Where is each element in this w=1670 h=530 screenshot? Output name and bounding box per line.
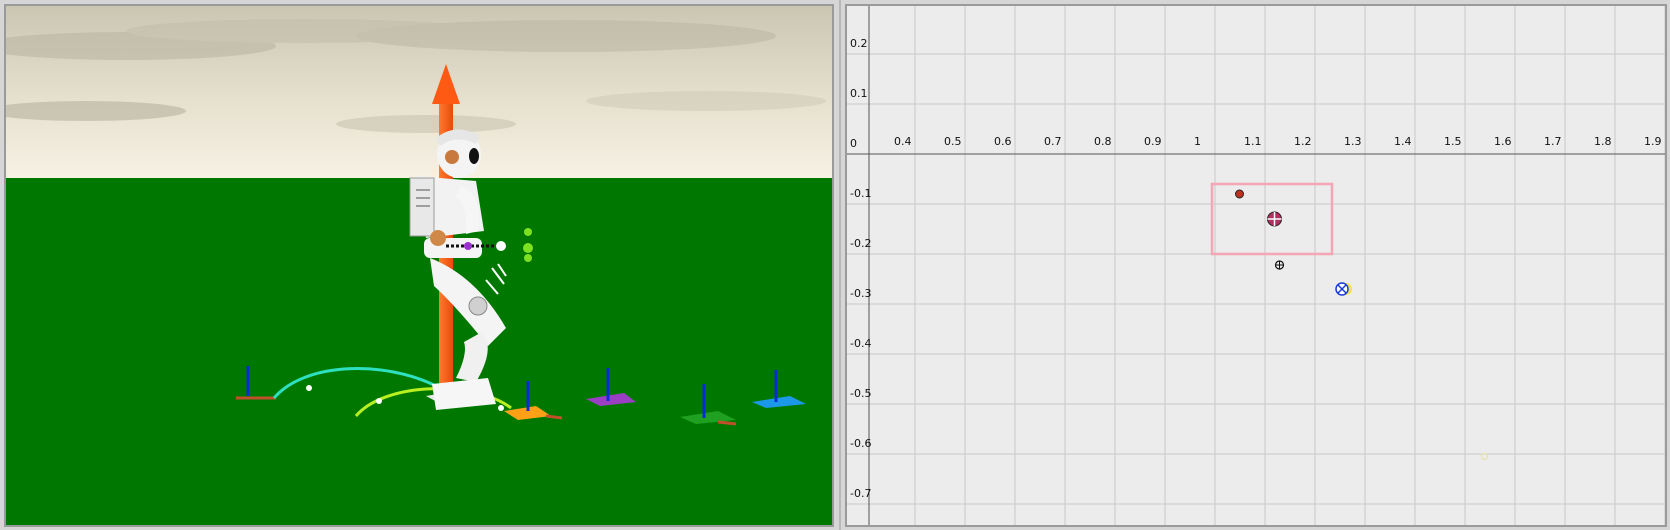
robot-backpack bbox=[409, 177, 435, 237]
x-tick-label: 1.5 bbox=[1444, 135, 1462, 148]
simulation-scene[interactable] bbox=[6, 6, 832, 525]
x-tick-label: 0.7 bbox=[1044, 135, 1062, 148]
x-tick-label: 1.8 bbox=[1594, 135, 1612, 148]
y-tick-label: 0.1 bbox=[850, 87, 868, 100]
plot-grid bbox=[847, 6, 1665, 525]
x-tick-label: 0.8 bbox=[1094, 135, 1112, 148]
y-tick-label: 0.2 bbox=[850, 37, 868, 50]
y-tick-label: -0.3 bbox=[850, 287, 871, 300]
icp-marker bbox=[1235, 189, 1244, 199]
y-tick-label: -0.4 bbox=[850, 337, 871, 350]
x-tick-label: 0.5 bbox=[944, 135, 962, 148]
y-tick-label: -0.1 bbox=[850, 187, 871, 200]
x-tick-label: 0.4 bbox=[894, 135, 912, 148]
x-tick-label: 1.7 bbox=[1544, 135, 1562, 148]
splitter-grip[interactable] bbox=[839, 0, 841, 530]
x-tick-label: 1.6 bbox=[1494, 135, 1512, 148]
x-tick-label: 1.1 bbox=[1244, 135, 1262, 148]
x-tick-label: 0.6 bbox=[994, 135, 1012, 148]
y-tick-label: -0.6 bbox=[850, 437, 871, 450]
plotter-canvas[interactable]: 0.4 0.5 0.6 0.7 0.8 0.9 1 1.1 1.2 1.3 1.4 1.5 1.6 1.7… bbox=[847, 6, 1665, 525]
plot-axes bbox=[847, 6, 1665, 525]
plotter-panel[interactable]: 0.4 0.5 0.6 0.7 0.8 0.9 1 1.1 1.2 1.3 1.4 1.5 1.6 1.7… bbox=[845, 4, 1667, 527]
split-pane-divider[interactable] bbox=[835, 0, 845, 530]
x-tick-label: 1 bbox=[1194, 135, 1201, 148]
plot-markers bbox=[1235, 189, 1488, 460]
x-tick-label: 1.4 bbox=[1394, 135, 1412, 148]
y-tick-label: -0.7 bbox=[850, 487, 871, 500]
simulation-viewport[interactable] bbox=[4, 4, 834, 527]
y-tick-label: -0.2 bbox=[850, 237, 871, 250]
x-tick-label: 1.2 bbox=[1294, 135, 1312, 148]
y-tick-label: 0 bbox=[850, 137, 857, 150]
y-tick-label: -0.5 bbox=[850, 387, 871, 400]
x-tick-label: 1.9 bbox=[1644, 135, 1662, 148]
x-tick-label: 1.3 bbox=[1344, 135, 1362, 148]
x-tick-label: 0.9 bbox=[1144, 135, 1162, 148]
plot-tick-labels: 0.4 0.5 0.6 0.7 0.8 0.9 1 1.1 1.2 1.3 1.4 1.5 1.6 1.7… bbox=[850, 37, 1662, 500]
